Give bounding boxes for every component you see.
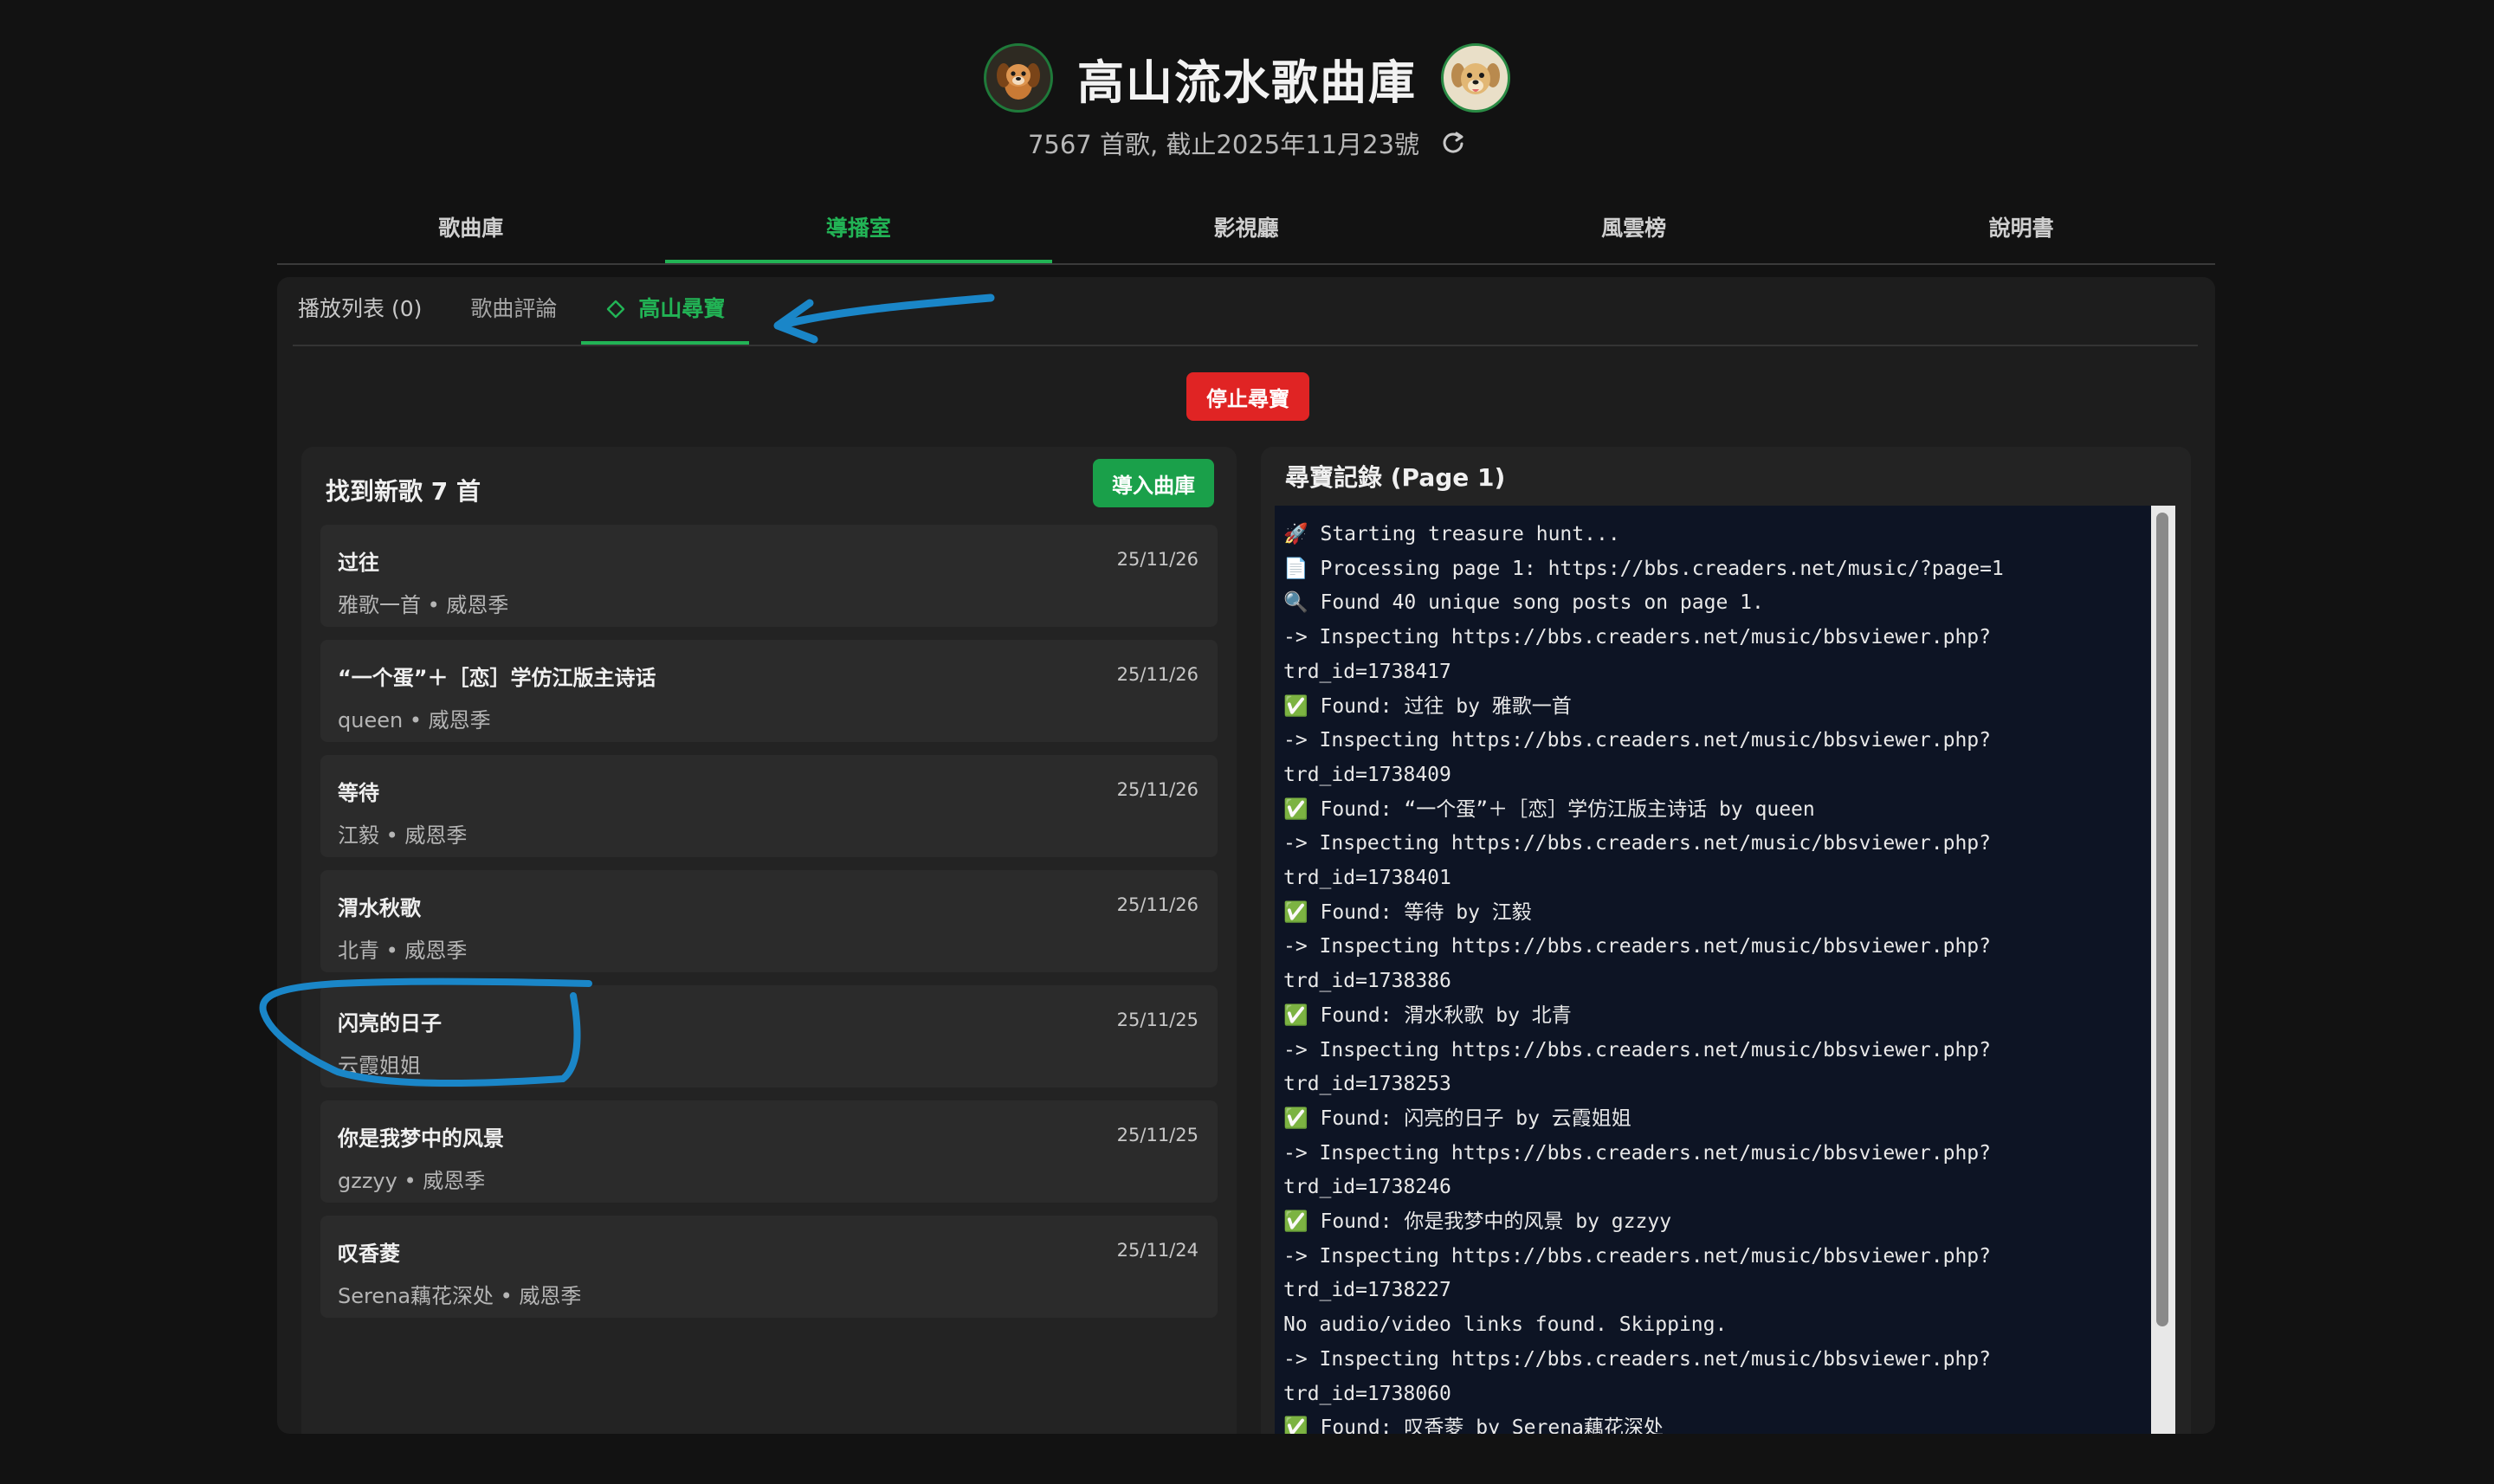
header: 高山流水歌曲庫 7567 首歌, 截止2025年11月23號 [0,43,2494,161]
song-item[interactable]: 过往 雅歌一首 • 威恩季 25/11/26 [320,525,1218,627]
log-line: ✅ Found: 闪亮的日子 by 云霞姐姐 [1283,1107,1631,1130]
treasure-log-title: 尋寶記錄 (Page 1) [1285,463,1506,492]
control-room-panel: 播放列表 (0) 歌曲評論 高山尋寶 停止尋寶 找到新歌 7 首 導入曲庫 过往… [277,277,2215,1434]
log-line: No audio/video links found. Skipping. [1283,1313,1728,1337]
song-meta: 北青 • 威恩季 [338,939,468,963]
log-line: 🚀 Starting treasure hunt... [1283,523,1620,545]
main-nav: 歌曲庫 導播室 影視廳 風雲榜 說明書 [277,199,2215,265]
song-meta: 江毅 • 威恩季 [338,823,468,848]
log-line: trd_id=1738060 [1283,1382,1451,1405]
tab-song-reviews[interactable]: 歌曲評論 [446,277,581,345]
log-line: ✅ Found: 叹香菱 by Serena藕花深处 [1283,1416,1664,1434]
log-scrollbar-thumb[interactable] [2156,513,2168,1326]
tab-treasure-hunt[interactable]: 高山尋寶 [581,277,750,345]
tab-charts[interactable]: 風雲榜 [1440,199,1828,263]
song-title: 叹香菱 [338,1242,400,1266]
song-date: 25/11/26 [1116,664,1199,685]
tab-control-room[interactable]: 導播室 [664,199,1053,263]
song-title: 等待 [338,781,379,805]
song-meta: 云霞姐姐 [338,1054,421,1078]
log-text: 🚀 Starting treasure hunt... 📄 Processing… [1283,518,2141,1434]
log-line: -> Inspecting https://bbs.creaders.net/m… [1283,626,1991,649]
song-title: 渭水秋歌 [338,896,421,920]
log-line: trd_id=1738227 [1283,1279,1451,1302]
song-date: 25/11/26 [1116,549,1199,570]
log-line: -> Inspecting https://bbs.creaders.net/m… [1283,1141,1991,1165]
log-line: ✅ Found: “一个蛋”＋［恋］学仿江版主诗话 by queen [1283,797,1815,821]
found-songs-title: 找到新歌 7 首 [326,477,481,506]
song-date: 25/11/26 [1116,779,1199,800]
log-line: -> Inspecting https://bbs.creaders.net/m… [1283,729,1991,752]
song-item[interactable]: 渭水秋歌 北青 • 威恩季 25/11/26 [320,870,1218,972]
log-line: trd_id=1738386 [1283,970,1451,993]
song-date: 25/11/26 [1116,894,1199,915]
song-item[interactable]: 你是我梦中的风景 gzzyy • 威恩季 25/11/25 [320,1100,1218,1203]
stop-treasure-hunt-button[interactable]: 停止尋寶 [1186,372,1309,421]
song-date: 25/11/24 [1116,1240,1199,1261]
log-line: -> Inspecting https://bbs.creaders.net/m… [1283,1244,1991,1268]
log-line: -> Inspecting https://bbs.creaders.net/m… [1283,1038,1991,1061]
log-line: trd_id=1738253 [1283,1073,1451,1096]
subtitle-row: 7567 首歌, 截止2025年11月23號 [0,125,2494,161]
log-line: -> Inspecting https://bbs.creaders.net/m… [1283,1347,1991,1371]
title-row: 高山流水歌曲庫 [0,43,2494,113]
right-avatar [1441,43,1510,113]
tab-treasure-hunt-label: 高山尋寶 [638,296,726,321]
tab-song-library[interactable]: 歌曲庫 [277,199,665,263]
log-line: ✅ Found: 你是我梦中的风景 by gzzyy [1283,1210,1672,1234]
import-to-library-button[interactable]: 導入曲庫 [1093,459,1214,507]
song-count-subtitle: 7567 首歌, 截止2025年11月23號 [1027,130,1420,159]
puppy-avatar-icon [997,63,1040,100]
dog-avatar-icon [1451,63,1500,94]
found-songs-list: 过往 雅歌一首 • 威恩季 25/11/26 “一个蛋”＋［恋］学仿江版主诗话 … [320,525,1218,1331]
log-line: 📄 Processing page 1: https://bbs.creader… [1283,557,2004,580]
treasure-log[interactable]: 🚀 Starting treasure hunt... 📄 Processing… [1275,506,2175,1434]
song-meta: 雅歌一首 • 威恩季 [338,593,509,617]
song-item[interactable]: 闪亮的日子 云霞姐姐 25/11/25 [320,985,1218,1087]
song-title: 你是我梦中的风景 [338,1126,504,1151]
song-item[interactable]: 等待 江毅 • 威恩季 25/11/26 [320,755,1218,857]
tab-manual[interactable]: 說明書 [1827,199,2215,263]
found-songs-card: 找到新歌 7 首 導入曲庫 过往 雅歌一首 • 威恩季 25/11/26 “一个… [301,447,1237,1434]
log-line: trd_id=1738417 [1283,660,1451,683]
sub-tabs: 播放列表 (0) 歌曲評論 高山尋寶 [293,277,2198,346]
treasure-log-card: 尋寶記錄 (Page 1) 🚀 Starting treasure hunt..… [1261,447,2191,1434]
song-meta: Serena藕花深处 • 威恩季 [338,1284,582,1308]
log-line: -> Inspecting https://bbs.creaders.net/m… [1283,935,1991,958]
refresh-icon[interactable] [1440,130,1466,156]
log-scrollbar[interactable] [2151,506,2175,1434]
song-title: “一个蛋”＋［恋］学仿江版主诗话 [338,666,656,690]
song-meta: queen • 威恩季 [338,708,491,732]
song-date: 25/11/25 [1116,1010,1199,1030]
song-item[interactable]: “一个蛋”＋［恋］学仿江版主诗话 queen • 威恩季 25/11/26 [320,640,1218,742]
tab-playlist[interactable]: 播放列表 (0) [293,277,446,345]
log-line: 🔍 Found 40 unique song posts on page 1. [1283,591,1764,615]
log-line: trd_id=1738246 [1283,1176,1451,1199]
log-line: ✅ Found: 过往 by 雅歌一首 [1283,694,1572,718]
song-item[interactable]: 叹香菱 Serena藕花深处 • 威恩季 25/11/24 [320,1216,1218,1318]
tab-video-hall[interactable]: 影視廳 [1052,199,1440,263]
app-title: 高山流水歌曲庫 [1077,55,1417,110]
song-title: 闪亮的日子 [338,1011,442,1036]
song-title: 过往 [338,551,379,575]
log-line: trd_id=1738409 [1283,763,1451,786]
log-line: ✅ Found: 渭水秋歌 by 北青 [1283,1003,1572,1027]
log-line: trd_id=1738401 [1283,867,1451,890]
log-line: ✅ Found: 等待 by 江毅 [1283,900,1532,924]
diamond-icon [607,300,625,319]
song-meta: gzzyy • 威恩季 [338,1169,486,1193]
log-line: -> Inspecting https://bbs.creaders.net/m… [1283,832,1991,855]
left-avatar [984,43,1053,113]
song-date: 25/11/25 [1116,1125,1199,1145]
